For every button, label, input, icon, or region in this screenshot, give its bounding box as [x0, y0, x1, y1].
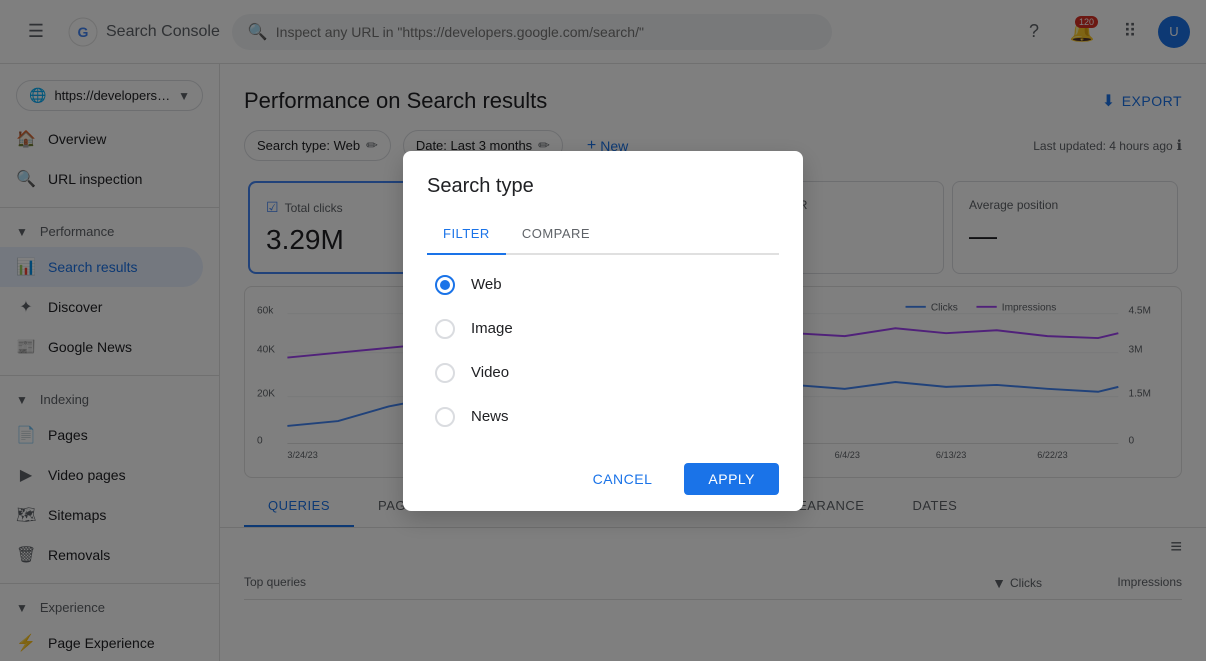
radio-option-video[interactable]: Video [427, 351, 779, 395]
radio-web-label: Web [471, 276, 502, 293]
apply-button[interactable]: APPLY [684, 463, 779, 495]
radio-news-circle [435, 407, 455, 427]
radio-web-dot [440, 280, 450, 290]
cancel-button[interactable]: CANCEL [569, 463, 677, 495]
radio-image-circle [435, 319, 455, 339]
modal-body: Web Image Video News [403, 255, 803, 447]
tab-compare-label: COMPARE [522, 226, 590, 241]
radio-web-circle [435, 275, 455, 295]
radio-image-label: Image [471, 320, 513, 337]
modal-tabs: FILTER COMPARE [427, 214, 779, 255]
modal-title: Search type [403, 151, 803, 198]
radio-news-label: News [471, 408, 509, 425]
radio-video-circle [435, 363, 455, 383]
modal-actions: CANCEL APPLY [403, 447, 803, 511]
modal-tab-filter[interactable]: FILTER [427, 214, 506, 255]
modal-tab-compare[interactable]: COMPARE [506, 214, 606, 255]
tab-filter-label: FILTER [443, 226, 490, 241]
radio-option-web[interactable]: Web [427, 263, 779, 307]
radio-option-image[interactable]: Image [427, 307, 779, 351]
radio-option-news[interactable]: News [427, 395, 779, 439]
modal: Search type FILTER COMPARE Web Image [403, 151, 803, 511]
modal-overlay[interactable]: Search type FILTER COMPARE Web Image [0, 0, 1206, 661]
radio-video-label: Video [471, 364, 509, 381]
